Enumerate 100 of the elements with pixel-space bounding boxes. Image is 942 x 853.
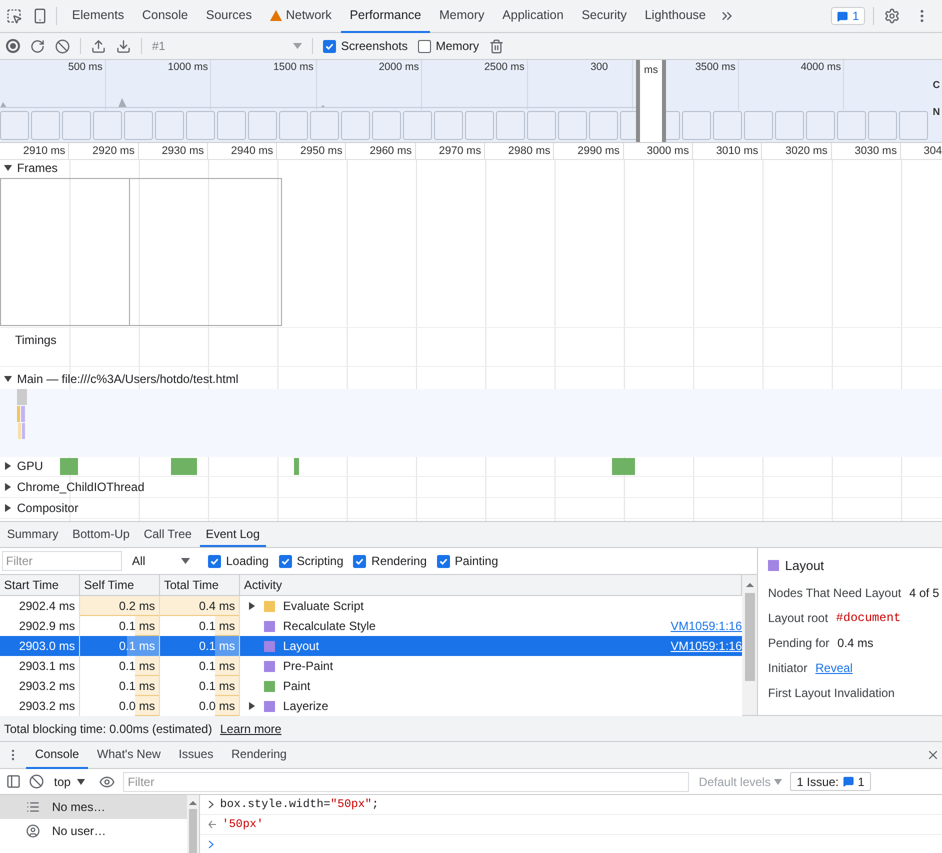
message-icon [842, 776, 854, 787]
detail-value: 0.4 ms [837, 634, 874, 652]
issues-badge[interactable]: 1 [831, 7, 865, 25]
overview-tick-label: 2500 ms [484, 61, 524, 73]
table-cell-text: Recalculate Style [283, 618, 376, 635]
collapsed-arrow-icon[interactable] [4, 483, 12, 491]
overview-tick-label: 1500 ms [273, 61, 314, 73]
track-label[interactable]: Frames [17, 160, 58, 177]
drawer-tab[interactable]: Issues [170, 742, 222, 768]
warning-icon [270, 10, 282, 20]
inspect-element-icon[interactable] [6, 8, 22, 24]
event-row[interactable]: 2903.0 ms 0.1 ms 0.1 ms Layout VM1059:1:16 [0, 636, 742, 656]
column-header[interactable]: Start Time [0, 575, 80, 595]
console-result-text: '50px' [222, 816, 264, 833]
learn-more-link[interactable]: Learn more [220, 720, 282, 738]
expanded-arrow-icon[interactable] [4, 375, 12, 383]
panel-tab[interactable]: Memory [430, 0, 494, 32]
input-prompt-icon [208, 800, 214, 809]
close-icon[interactable] [926, 748, 940, 762]
collapsed-arrow-icon[interactable] [248, 702, 256, 710]
filter-field[interactable]: Filter [2, 551, 122, 571]
collapsed-arrow-icon[interactable] [248, 602, 256, 610]
detail-value: 4 of 5 [909, 584, 940, 602]
collapsed-arrow-icon[interactable] [4, 504, 12, 512]
panel-tab[interactable]: Application [493, 0, 573, 32]
details-tab[interactable]: Event Log [200, 522, 266, 547]
overview-tick-label: 1000 ms [168, 61, 208, 73]
ruler-label: 2920 ms [92, 145, 135, 157]
panel-tab[interactable]: Console [133, 0, 197, 32]
issues-button[interactable]: 1 Issue: 1 [790, 772, 872, 791]
checkbox[interactable] [436, 554, 450, 568]
table-cell: 2903.2 ms [18, 699, 75, 713]
selection-window[interactable]: ms [636, 60, 666, 142]
sidebar-item[interactable]: No mes… [0, 795, 187, 819]
ruler-label: 3000 ms [646, 145, 689, 157]
reveal-link[interactable]: Reveal [815, 658, 853, 676]
drawer-tab[interactable]: Console [26, 742, 88, 768]
drawer-tab[interactable]: Rendering [222, 742, 296, 768]
details-tab[interactable]: Bottom-Up [66, 522, 136, 547]
record-button[interactable] [6, 39, 20, 53]
column-header[interactable]: Self Time [80, 575, 160, 595]
detail-label: Initiator [768, 660, 808, 676]
panel-tab[interactable]: Network [260, 0, 341, 32]
eye-icon[interactable] [98, 774, 115, 790]
dropdown-arrow-icon [181, 558, 190, 564]
overview-tick-label: 2000 ms [378, 61, 419, 73]
event-row[interactable]: 2903.2 ms 0.0 ms 0.0 ms Layerize [0, 696, 742, 716]
sidebar-item[interactable]: No user… [0, 819, 187, 843]
reload-icon[interactable] [30, 38, 45, 54]
sidebar-toggle-icon[interactable] [6, 774, 21, 789]
panel-tab[interactable]: Elements [63, 0, 134, 32]
scrollbar[interactable] [187, 795, 199, 853]
column-header[interactable]: Total Time [160, 575, 240, 595]
source-link[interactable]: VM1059:1:16 [670, 617, 742, 635]
overview-lane-label: N [932, 106, 940, 120]
device-toolbar-icon[interactable] [32, 8, 48, 24]
download-icon[interactable] [116, 38, 131, 54]
checkbox[interactable] [278, 554, 292, 568]
scroll-up-arrow-icon[interactable] [746, 581, 754, 589]
track-label[interactable]: Timings [4, 331, 57, 349]
flame-chart-drawing [15, 389, 27, 439]
upload-icon[interactable] [91, 38, 106, 54]
table-cell: 2902.4 ms [18, 599, 75, 613]
track-label[interactable]: GPU [17, 457, 44, 475]
console-filter-field[interactable]: Filter [122, 772, 689, 792]
ruler-label: 2960 ms [370, 145, 412, 157]
panel-tab[interactable]: Lighthouse [636, 0, 715, 32]
table-cell-text: 0.1 ms [118, 638, 155, 655]
track-label[interactable]: Compositor [17, 499, 78, 517]
scrollbar[interactable] [742, 575, 757, 715]
track-label[interactable]: Chrome_ChildIOThread [17, 478, 144, 496]
trash-icon[interactable] [489, 38, 504, 54]
prompt-icon[interactable] [208, 840, 214, 848]
track-label[interactable]: Main — file:///c%3A/Users/hotdo/test.html [17, 370, 238, 388]
scroll-up-arrow-icon[interactable] [189, 799, 197, 807]
checkbox-label: Scripting [296, 553, 344, 570]
context-select[interactable]: top [52, 772, 87, 790]
checkbox-label: Rendering [371, 553, 427, 570]
settings-icon[interactable] [884, 8, 900, 24]
ruler-label: 2940 ms [230, 145, 274, 157]
table-cell: 2903.2 ms [18, 679, 75, 693]
details-title: Layout [785, 557, 824, 575]
clear-icon[interactable] [29, 774, 44, 789]
panel-tab[interactable]: Sources [196, 0, 261, 32]
checkbox[interactable] [208, 554, 221, 568]
expanded-arrow-icon[interactable] [4, 164, 12, 172]
overview-tick-label: 3500 ms [695, 61, 736, 73]
checkbox[interactable] [323, 40, 336, 52]
checkbox[interactable] [418, 40, 431, 52]
panel-tab[interactable]: Security [572, 0, 636, 32]
details-tab[interactable]: Summary [1, 522, 64, 547]
clear-icon[interactable] [55, 38, 70, 54]
category-select[interactable]: All [132, 552, 190, 570]
user-icon [26, 824, 40, 838]
collapsed-arrow-icon[interactable] [4, 462, 12, 470]
source-link[interactable]: VM1059:1:16 [670, 637, 742, 655]
checkbox[interactable] [353, 554, 366, 568]
detail-label: Layout root [768, 610, 828, 626]
details-tab[interactable]: Call Tree [138, 522, 198, 547]
drawer-tab[interactable]: What's New [88, 742, 170, 768]
